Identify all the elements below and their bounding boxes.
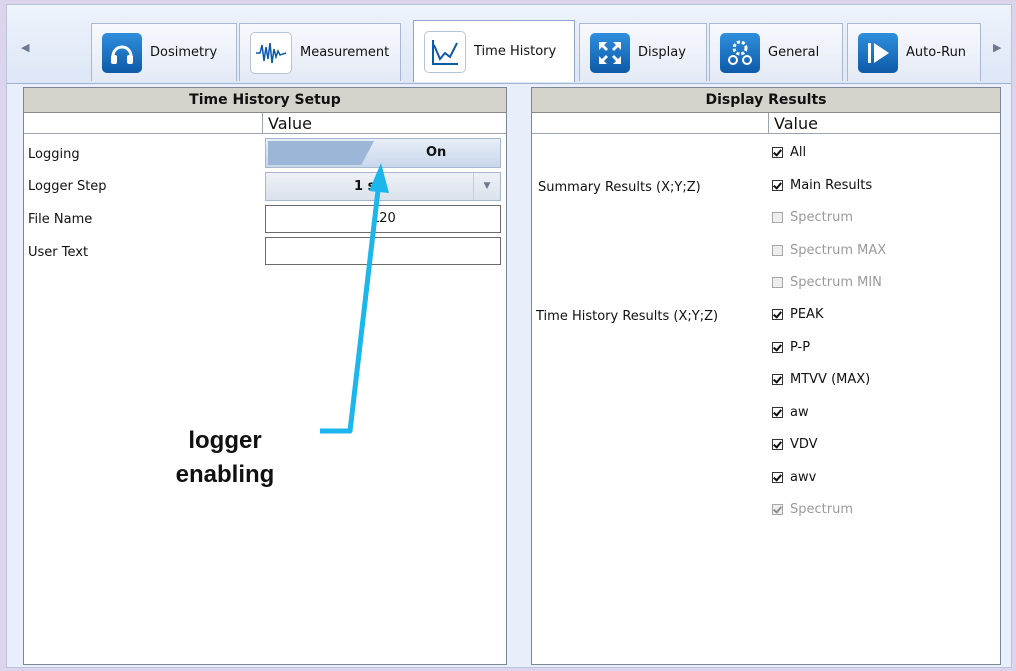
scroll-right-icon[interactable]: ▶	[993, 41, 1001, 54]
option-all[interactable]: All	[772, 145, 806, 160]
option-peak[interactable]: PEAK	[772, 307, 823, 322]
option-label: PEAK	[790, 307, 824, 322]
option-spectrum-max: Spectrum MAX	[772, 243, 886, 258]
expand-arrows-icon	[590, 32, 630, 73]
checkbox[interactable]	[772, 180, 783, 191]
gears-icon	[720, 32, 760, 73]
option-label: All	[790, 145, 807, 160]
chevron-down-icon[interactable]: ▼	[473, 173, 500, 200]
tab-label: Time History	[474, 44, 557, 59]
logging-value: On	[426, 145, 447, 160]
line-chart-icon	[424, 30, 466, 73]
option-label: Spectrum MAX	[790, 243, 887, 258]
value-column-header: Value	[268, 114, 312, 133]
summary-results-label: Summary Results (X;Y;Z)	[538, 180, 701, 195]
checkbox[interactable]	[772, 309, 783, 320]
panel-title: Display Results	[532, 88, 1000, 113]
option-label: awv	[790, 470, 817, 485]
tab-label: Auto-Run	[906, 45, 967, 60]
checkbox	[772, 277, 783, 288]
user-text-input[interactable]	[265, 237, 501, 265]
option-label: aw	[790, 405, 809, 420]
headphones-icon	[102, 32, 142, 73]
option-label: Spectrum	[790, 502, 853, 517]
toggle-slider	[268, 141, 374, 165]
value-column-header: Value	[774, 114, 818, 133]
option-spectrum-summary: Spectrum	[772, 210, 853, 225]
option-awv[interactable]: awv	[772, 470, 816, 485]
option-main-results[interactable]: Main Results	[772, 178, 872, 193]
column-divider	[768, 113, 769, 133]
tab-general[interactable]: General	[709, 23, 843, 81]
file-name-value: L20	[372, 211, 396, 226]
option-label: Spectrum MIN	[790, 275, 882, 290]
app-frame: ◀ ▶ Dosimetry Measurement Time History D…	[6, 4, 1012, 668]
checkbox[interactable]	[772, 472, 783, 483]
tab-measurement[interactable]: Measurement	[239, 23, 401, 81]
scroll-left-icon[interactable]: ◀	[21, 41, 29, 54]
checkbox[interactable]	[772, 374, 783, 385]
logger-step-value: 1 s	[354, 179, 376, 194]
column-divider	[262, 113, 263, 133]
header-divider	[24, 133, 506, 134]
file-name-input[interactable]: L20	[265, 205, 501, 233]
logging-label: Logging	[28, 147, 80, 162]
logging-toggle[interactable]: On	[265, 138, 501, 168]
logger-step-dropdown[interactable]: 1 s ▼	[265, 172, 501, 201]
option-label: Spectrum	[790, 210, 853, 225]
tab-dosimetry[interactable]: Dosimetry	[91, 23, 237, 81]
checkbox	[772, 245, 783, 256]
tab-label: Dosimetry	[150, 45, 218, 60]
play-icon	[858, 32, 898, 73]
tab-label: Display	[638, 45, 686, 60]
header-divider	[532, 133, 1000, 134]
option-label: VDV	[790, 437, 818, 452]
file-name-label: File Name	[28, 212, 93, 227]
waveform-icon	[250, 31, 292, 74]
annotation-label: logger enabling	[175, 427, 275, 488]
tab-label: General	[768, 45, 820, 60]
panel-title: Time History Setup	[24, 88, 506, 113]
option-spectrum-time-history: Spectrum	[772, 502, 853, 517]
tab-display[interactable]: Display	[579, 23, 707, 81]
time-history-setup-panel: Time History Setup Value Logging On Logg…	[23, 87, 507, 665]
option-vdv[interactable]: VDV	[772, 437, 818, 452]
time-history-results-label: Time History Results (X;Y;Z)	[536, 309, 719, 324]
tab-time-history[interactable]: Time History	[413, 20, 575, 82]
checkbox[interactable]	[772, 147, 783, 158]
option-p-p[interactable]: P-P	[772, 340, 810, 355]
checkbox[interactable]	[772, 407, 783, 418]
option-label: MTVV (MAX)	[790, 372, 871, 387]
tab-label: Measurement	[300, 45, 390, 60]
tab-auto-run[interactable]: Auto-Run	[847, 23, 981, 81]
display-results-panel: Display Results Value Summary Results (X…	[531, 87, 1001, 665]
option-label: Main Results	[790, 178, 873, 193]
checkbox	[772, 504, 783, 515]
logger-step-label: Logger Step	[28, 179, 107, 194]
option-aw[interactable]: aw	[772, 405, 809, 420]
user-text-label: User Text	[28, 245, 89, 260]
checkbox[interactable]	[772, 439, 783, 450]
tab-strip: ◀ ▶ Dosimetry Measurement Time History D…	[7, 5, 1011, 84]
option-mtvv[interactable]: MTVV (MAX)	[772, 372, 870, 387]
option-label: P-P	[790, 340, 811, 355]
checkbox[interactable]	[772, 342, 783, 353]
option-spectrum-min: Spectrum MIN	[772, 275, 882, 290]
checkbox	[772, 212, 783, 223]
